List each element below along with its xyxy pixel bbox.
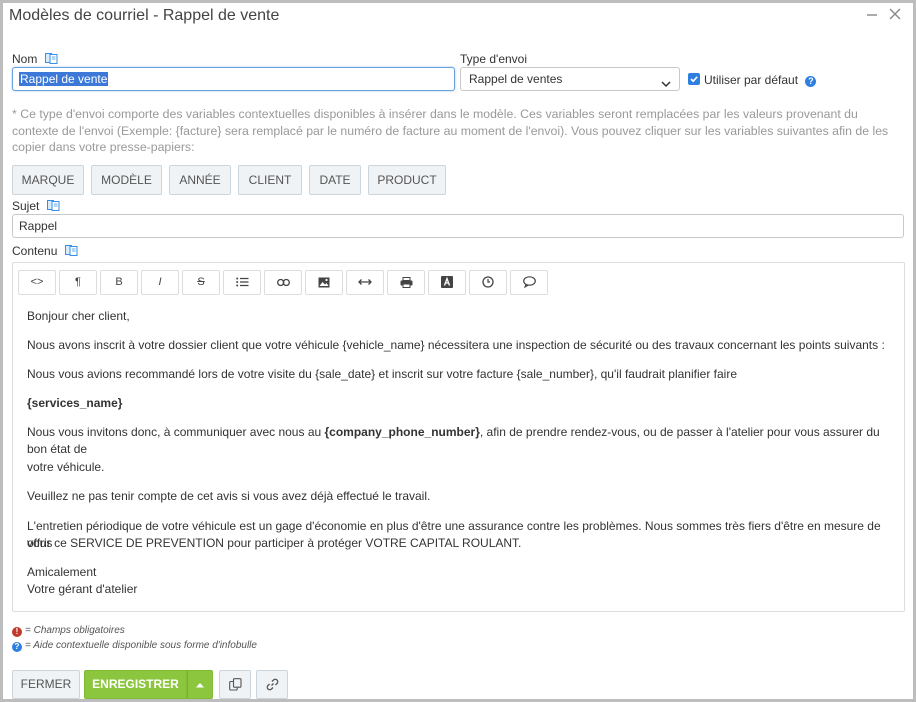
content-paragraph: Veuillez ne pas tenir compte de cet avis…	[27, 489, 431, 503]
default-label: Utiliser par défaut ?	[704, 73, 817, 87]
translate-book-icon[interactable]	[46, 200, 60, 211]
variable-modele-button[interactable]: MODÈLE	[91, 165, 162, 195]
list-icon	[235, 277, 248, 287]
translate-book-icon[interactable]	[44, 53, 58, 64]
content-variable: {company_phone_number}	[324, 425, 480, 439]
contenu-label-text: Contenu	[12, 244, 58, 258]
content-paragraph: Votre gérant d'atelier	[27, 582, 138, 596]
save-options-button[interactable]	[187, 670, 213, 699]
legend-required: ! = Champs obligatoires	[12, 625, 125, 637]
content-editor[interactable]: <> ¶ B I S Bonjour cher client, Nous avo…	[12, 262, 905, 612]
bold-button[interactable]: B	[100, 270, 138, 295]
legend-required-text: = Champs obligatoires	[25, 625, 125, 636]
type-envoi-value: Rappel de ventes	[469, 72, 563, 86]
sujet-label-text: Sujet	[12, 199, 40, 213]
content-text: Nous vous invitons donc, à communiquer a…	[27, 425, 325, 439]
variable-annee-button[interactable]: ANNÉE	[169, 165, 231, 195]
save-button[interactable]: ENREGISTRER	[84, 670, 187, 699]
link-button[interactable]	[256, 670, 288, 699]
paragraph-button[interactable]: ¶	[59, 270, 97, 295]
clock-button[interactable]	[469, 270, 507, 295]
horizontal-rule-button[interactable]	[346, 270, 384, 295]
print-icon	[400, 276, 412, 288]
caret-up-icon	[196, 682, 204, 688]
contenu-label: Contenu	[12, 244, 78, 258]
content-paragraph: votre véhicule.	[27, 460, 105, 474]
code-view-button[interactable]: <>	[18, 270, 56, 295]
legend-help-text: = Aide contextuelle disponible sous form…	[25, 640, 257, 651]
content-paragraph: Nous vous invitons donc, à communiquer a…	[27, 424, 897, 458]
sujet-input[interactable]: Rappel	[12, 214, 904, 238]
nom-input[interactable]: Rappel de vente	[12, 67, 455, 91]
close-icon[interactable]	[886, 7, 904, 25]
default-checkbox[interactable]	[688, 73, 700, 85]
link-button[interactable]	[264, 270, 302, 295]
variable-client-button[interactable]: CLIENT	[238, 165, 302, 195]
chevron-down-icon	[661, 74, 671, 88]
dialog-title: Modèles de courriel - Rappel de vente	[9, 7, 280, 24]
minimize-icon[interactable]	[863, 7, 881, 25]
comment-button[interactable]	[510, 270, 548, 295]
horizontal-arrows-icon	[358, 279, 372, 286]
content-paragraph: offrir ce SERVICE DE PREVENTION pour par…	[27, 536, 522, 550]
help-icon[interactable]: ?	[805, 76, 817, 87]
link-icon	[266, 679, 278, 691]
legend-help: ? = Aide contextuelle disponible sous for…	[12, 640, 257, 652]
clock-icon	[482, 276, 494, 288]
content-paragraph: Nous vous avions recommandé lors de votr…	[27, 367, 737, 381]
content-paragraph: {services_name}	[27, 396, 123, 410]
email-template-dialog: Modèles de courriel - Rappel de vente No…	[0, 0, 916, 702]
strikethrough-button[interactable]: S	[182, 270, 220, 295]
sujet-label: Sujet	[12, 199, 60, 213]
required-icon: !	[12, 627, 22, 637]
image-button[interactable]	[305, 270, 343, 295]
nom-input-value: Rappel de vente	[19, 72, 109, 86]
font-color-icon	[441, 276, 453, 289]
close-button[interactable]: FERMER	[12, 670, 80, 699]
default-label-text: Utiliser par défaut	[704, 73, 799, 87]
content-paragraph: Nous avons inscrit à votre dossier clien…	[27, 338, 885, 352]
help-icon: ?	[12, 642, 22, 652]
font-color-button[interactable]	[428, 270, 466, 295]
italic-button[interactable]: I	[141, 270, 179, 295]
content-paragraph: Bonjour cher client,	[27, 309, 130, 323]
print-button[interactable]	[387, 270, 425, 295]
list-button[interactable]	[223, 270, 261, 295]
nom-label: Nom	[12, 52, 58, 66]
nom-label-text: Nom	[12, 52, 38, 66]
type-envoi-select[interactable]: Rappel de ventes	[460, 67, 680, 91]
image-icon	[318, 277, 330, 288]
variables-info-text: * Ce type d'envoi comporte des variables…	[12, 107, 889, 154]
type-envoi-label: Type d'envoi	[460, 52, 528, 66]
link-icon	[276, 278, 290, 286]
variable-product-button[interactable]: PRODUCT	[368, 165, 446, 195]
translate-book-icon[interactable]	[64, 245, 78, 256]
content-paragraph: Amicalement	[27, 565, 97, 579]
sujet-input-value: Rappel	[19, 219, 58, 233]
title-bar: Modèles de courriel - Rappel de vente	[3, 3, 913, 33]
speech-bubble-icon	[522, 276, 536, 289]
copy-icon	[228, 678, 242, 691]
variable-date-button[interactable]: DATE	[309, 165, 361, 195]
duplicate-button[interactable]	[219, 670, 251, 699]
variable-marque-button[interactable]: MARQUE	[12, 165, 84, 195]
